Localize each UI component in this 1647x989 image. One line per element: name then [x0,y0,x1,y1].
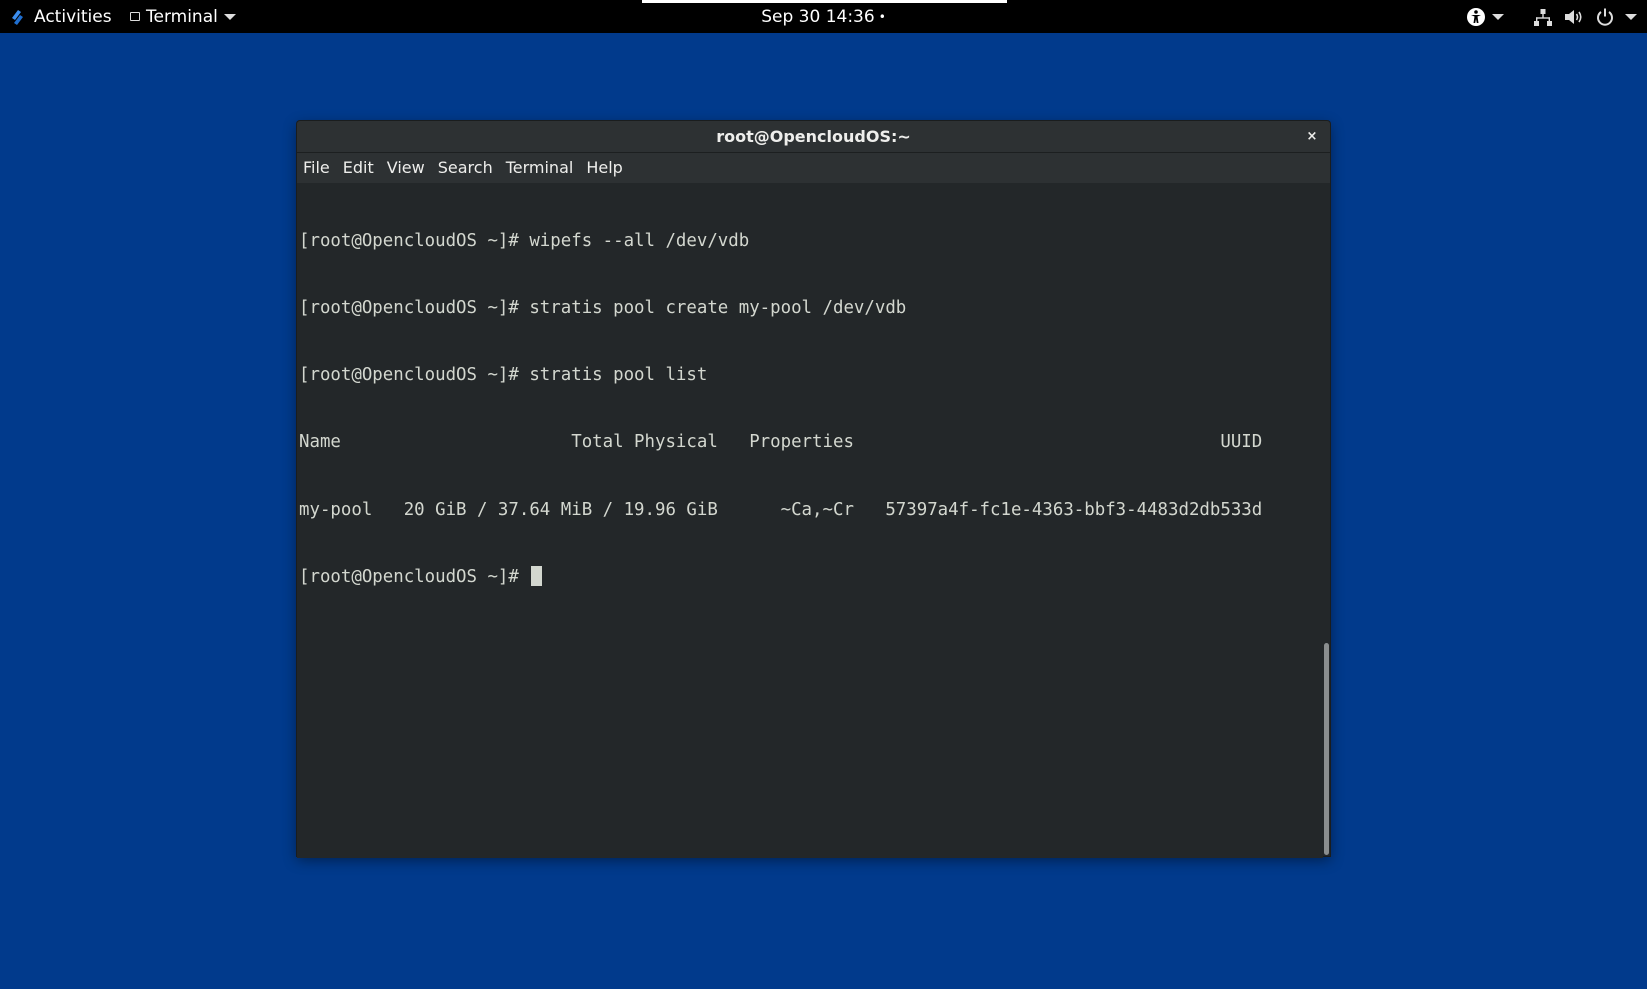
clock-area: Sep 30 14:36 • [0,0,1647,33]
fedora-logo-icon [12,9,23,25]
chevron-down-icon [1492,13,1504,20]
menu-search[interactable]: Search [432,153,499,183]
menu-edit[interactable]: Edit [337,153,380,183]
window-title: root@OpencloudOS:~ [716,127,911,146]
terminal-line: [root@OpencloudOS ~]# wipefs --all /dev/… [299,230,750,251]
notification-indicator: • [878,9,886,24]
terminal-scrollbar[interactable] [1323,183,1330,856]
window-titlebar[interactable]: root@OpencloudOS:~ × [297,121,1330,153]
scrollbar-thumb[interactable] [1324,643,1329,855]
chevron-down-icon [1625,13,1637,20]
terminal-output[interactable]: [root@OpencloudOS ~]# wipefs --all /dev/… [297,183,1323,858]
close-icon: × [1306,128,1318,144]
terminal-line: Name Total Physical Properties UUID [299,432,1263,453]
top-bar: Activities Terminal Sep 30 14:36 • [0,0,1647,33]
terminal-window: root@OpencloudOS:~ × File Edit View Sear… [297,121,1330,858]
menu-bar: File Edit View Search Terminal Help [297,153,1330,183]
topbar-highlight-strip [642,0,1007,3]
menu-view[interactable]: View [381,153,431,183]
terminal-prompt-line: [root@OpencloudOS ~]# [297,565,1323,588]
app-menu-button[interactable]: Terminal [130,0,236,33]
network-icon [1534,8,1552,26]
volume-icon [1565,9,1582,24]
menu-terminal[interactable]: Terminal [500,153,580,183]
terminal-line: [root@OpencloudOS ~]# stratis pool creat… [299,298,907,319]
system-status-menu[interactable] [1533,0,1637,33]
close-button[interactable]: × [1304,128,1320,144]
app-menu-label: Terminal [146,6,218,27]
accessibility-menu[interactable] [1466,0,1504,33]
menu-help[interactable]: Help [580,153,628,183]
terminal-line: my-pool 20 GiB / 37.64 MiB / 19.96 GiB ~… [299,499,1263,520]
power-icon [1597,8,1613,26]
accessibility-icon [1467,7,1485,26]
menu-file[interactable]: File [297,153,336,183]
terminal-line: [root@OpencloudOS ~]# stratis pool list [299,365,708,386]
terminal-app-icon [130,12,140,21]
activities-label: Activities [34,6,112,27]
clock-button[interactable]: Sep 30 14:36 [761,7,874,27]
chevron-down-icon [223,13,236,20]
text-cursor [530,565,542,586]
terminal-prompt: [root@OpencloudOS ~]# [299,566,519,587]
activities-button[interactable]: Activities [8,0,112,33]
